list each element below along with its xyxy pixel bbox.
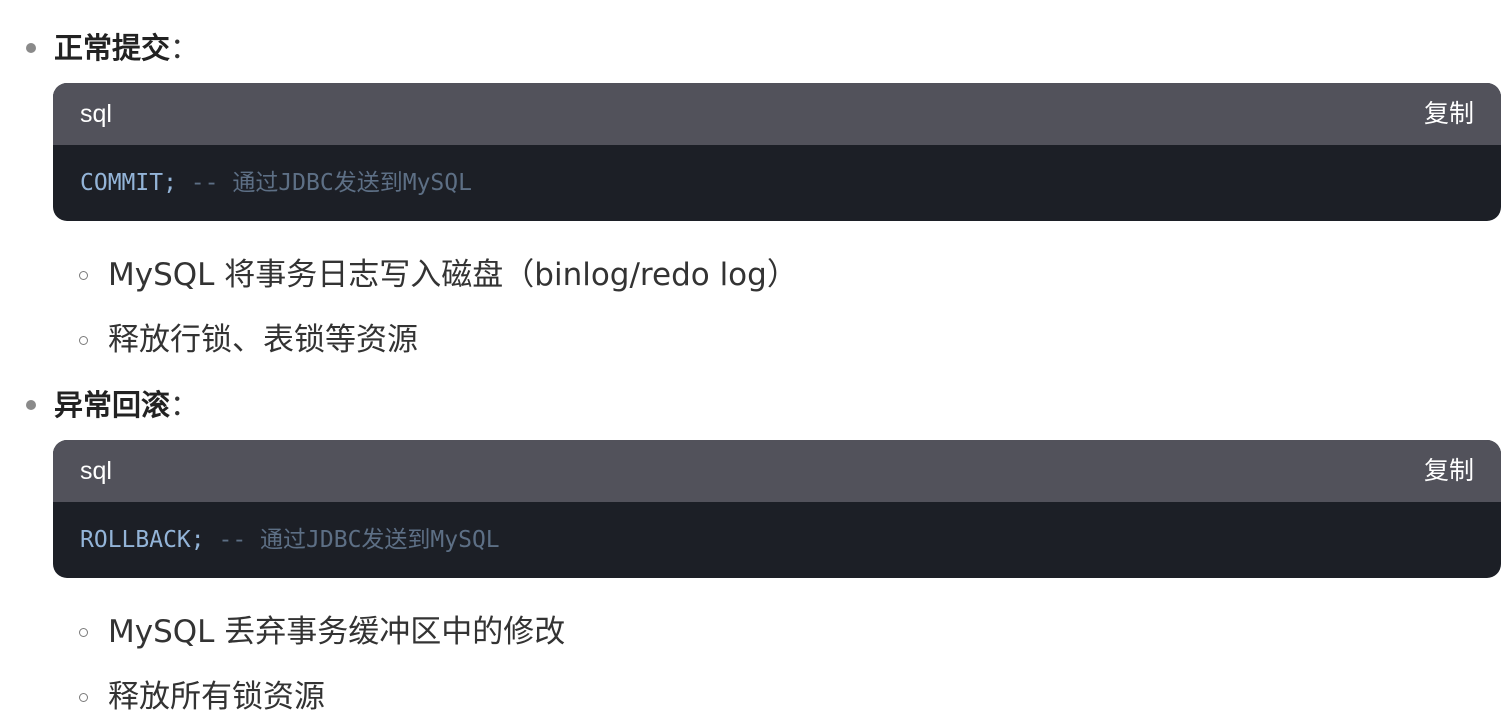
list-item-text: MySQL 将事务日志写入磁盘（binlog/redo log）	[108, 257, 798, 293]
list-item-text: 释放行锁、表锁等资源	[108, 322, 418, 358]
code-body: COMMIT; -- 通过JDBC发送到MySQL	[53, 145, 1501, 221]
copy-button[interactable]: 复制	[1424, 440, 1474, 502]
code-line: ROLLBACK; -- 通过JDBC发送到MySQL	[80, 502, 500, 578]
list-item-text: 释放所有锁资源	[108, 679, 325, 715]
code-line: COMMIT; -- 通过JDBC发送到MySQL	[80, 145, 472, 221]
code-header: sql 复制	[53, 83, 1501, 145]
section-title-wrapper: 异常回滚：	[54, 385, 199, 425]
list-item: MySQL 丢弃事务缓冲区中的修改	[0, 610, 1501, 654]
list-item: MySQL 将事务日志写入磁盘（binlog/redo log）	[0, 253, 1501, 297]
code-comment: -- 通过JDBC发送到MySQL	[190, 170, 472, 196]
section-title: 正常提交	[54, 31, 171, 65]
bullet-circle	[79, 271, 88, 280]
bullet-circle	[79, 628, 88, 637]
bullet-circle	[79, 693, 88, 702]
bullet-disc	[26, 43, 36, 53]
code-comment: -- 通过JDBC发送到MySQL	[218, 527, 500, 553]
code-keyword: ROLLBACK;	[80, 527, 205, 553]
section-title-wrapper: 正常提交：	[54, 28, 199, 68]
code-block-rollback: sql 复制 ROLLBACK; -- 通过JDBC发送到MySQL	[53, 440, 1501, 578]
copy-button[interactable]: 复制	[1424, 83, 1474, 145]
content-page: 正常提交： sql 复制 COMMIT; -- 通过JDBC发送到MySQL M…	[0, 0, 1501, 723]
code-body: ROLLBACK; -- 通过JDBC发送到MySQL	[53, 502, 1501, 578]
list-item: 释放所有锁资源	[0, 675, 1501, 719]
section-colon: ：	[170, 388, 200, 422]
list-item: 释放行锁、表锁等资源	[0, 318, 1501, 362]
list-item-text: MySQL 丢弃事务缓冲区中的修改	[108, 614, 566, 650]
bullet-disc	[26, 400, 36, 410]
code-language-label: sql	[80, 100, 112, 128]
code-keyword: COMMIT;	[80, 170, 177, 196]
code-header: sql 复制	[53, 440, 1501, 502]
section-colon: ：	[170, 31, 200, 65]
section-title: 异常回滚	[54, 388, 171, 422]
code-block-commit: sql 复制 COMMIT; -- 通过JDBC发送到MySQL	[53, 83, 1501, 221]
code-language-label: sql	[80, 457, 112, 485]
bullet-circle	[79, 336, 88, 345]
